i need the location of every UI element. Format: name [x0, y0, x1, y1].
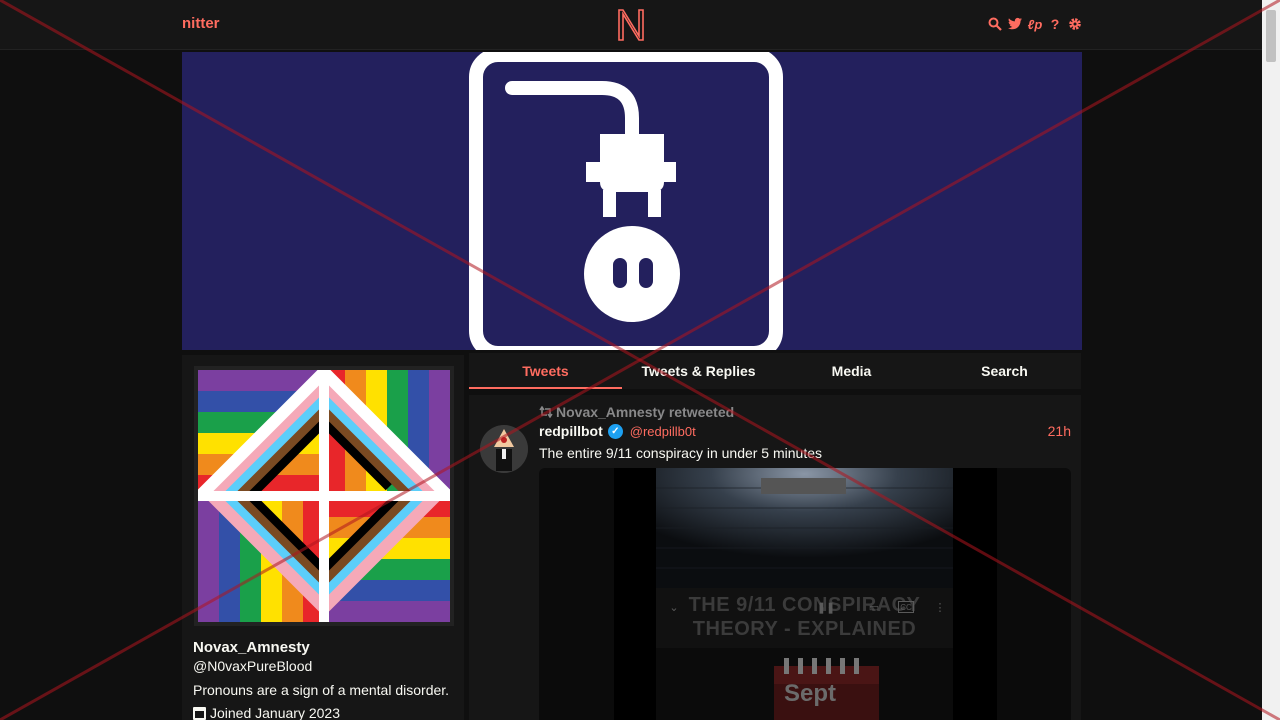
- tab-tweets[interactable]: Tweets: [469, 353, 622, 389]
- rss-icon[interactable]: ℓp: [1028, 16, 1043, 32]
- tweet-media[interactable]: THE 9/11 CONSPIRACY THEORY - EXPLAINED ⌄…: [539, 468, 1071, 720]
- profile-joined-text: Joined January 2023: [210, 705, 340, 720]
- plug-illustration-icon: [469, 52, 783, 350]
- retweet-icon: [539, 406, 553, 418]
- more-options-icon[interactable]: ⋮: [932, 601, 948, 614]
- retweet-header: Novax_Amnesty retweeted: [539, 404, 734, 420]
- timeline: Novax_Amnesty retweeted redpillbot ✓ @re…: [469, 395, 1081, 720]
- help-icon[interactable]: ?: [1048, 16, 1062, 32]
- progress-flag-avatar-icon: [195, 363, 453, 622]
- profile-card: Novax_Amnesty @N0vaxPureBlood Pronouns a…: [182, 355, 464, 720]
- cast-icon[interactable]: ▭: [866, 601, 882, 614]
- profile-avatar[interactable]: [194, 363, 454, 626]
- verified-icon: ✓: [607, 423, 623, 439]
- chevron-down-icon[interactable]: ⌄: [666, 601, 682, 614]
- calendar-month-text: Sept: [784, 680, 837, 707]
- profile-username[interactable]: @N0vaxPureBlood: [193, 658, 312, 674]
- tweet-text: The entire 9/11 conspiracy in under 5 mi…: [539, 445, 823, 461]
- captions-icon[interactable]: CC: [898, 601, 914, 613]
- pause-icon[interactable]: ❚❚: [817, 601, 835, 614]
- tab-search[interactable]: Search: [928, 353, 1081, 389]
- page-scrollbar[interactable]: [1262, 0, 1280, 720]
- tweet-fullname[interactable]: redpillbot: [539, 423, 603, 439]
- profile-fullname[interactable]: Novax_Amnesty: [193, 639, 310, 656]
- profile-bio: Pronouns are a sign of a mental disorder…: [193, 682, 450, 698]
- calendar-icon: [193, 706, 206, 720]
- tab-tweets-replies[interactable]: Tweets & Replies: [622, 353, 775, 389]
- video-thumbnail[interactable]: THE 9/11 CONSPIRACY THEORY - EXPLAINED ⌄…: [656, 468, 953, 720]
- timeline-tabs: Tweets Tweets & Replies Media Search: [469, 353, 1081, 389]
- tweet-date[interactable]: 21h: [1048, 423, 1071, 439]
- nav-icons: ℓp ?: [988, 16, 1082, 32]
- search-icon[interactable]: [988, 16, 1002, 32]
- tab-media[interactable]: Media: [775, 353, 928, 389]
- nitter-brand-link[interactable]: nitter: [182, 15, 220, 32]
- tweet-header: redpillbot ✓ @redpillb0t: [539, 423, 696, 439]
- tweet-avatar-image: [480, 425, 528, 473]
- twitter-bird-icon[interactable]: [1008, 16, 1022, 32]
- video-title-line2: THEORY - EXPLAINED: [692, 618, 917, 640]
- tweet-username[interactable]: @redpillb0t: [630, 424, 696, 439]
- calendar-graphic: Sept: [774, 658, 879, 720]
- nitter-logo-icon[interactable]: [617, 8, 645, 42]
- retweet-by-text[interactable]: Novax_Amnesty retweeted: [556, 404, 734, 420]
- scrollbar-thumb[interactable]: [1266, 10, 1276, 62]
- navbar: nitter ℓp ?: [0, 0, 1262, 50]
- profile-joined: Joined January 2023: [193, 705, 340, 720]
- tweet-avatar[interactable]: [480, 425, 528, 473]
- settings-icon[interactable]: [1068, 16, 1082, 32]
- profile-banner[interactable]: [182, 52, 1082, 350]
